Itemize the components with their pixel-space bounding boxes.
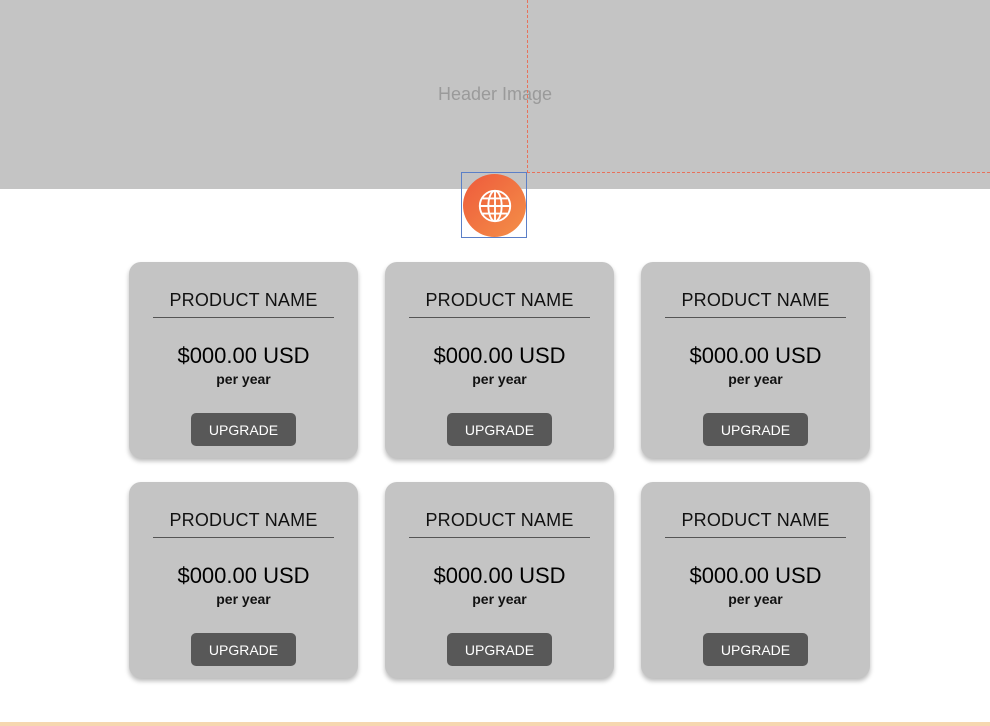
pricing-page: Header Image PRODUCT NAME $000.00 USD pe… <box>0 0 990 726</box>
billing-period: per year <box>472 591 527 607</box>
upgrade-button[interactable]: UPGRADE <box>703 413 808 446</box>
header-image-placeholder: Header Image <box>0 0 990 189</box>
title-divider <box>409 537 590 538</box>
pricing-card: PRODUCT NAME $000.00 USD per year UPGRAD… <box>385 482 614 678</box>
pricing-card-grid: PRODUCT NAME $000.00 USD per year UPGRAD… <box>129 262 870 678</box>
upgrade-button[interactable]: UPGRADE <box>447 413 552 446</box>
upgrade-button[interactable]: UPGRADE <box>191 413 296 446</box>
product-name: PRODUCT NAME <box>425 510 574 530</box>
pricing-card: PRODUCT NAME $000.00 USD per year UPGRAD… <box>129 482 358 678</box>
product-price: $000.00 USD <box>433 563 566 588</box>
upgrade-button[interactable]: UPGRADE <box>703 633 808 666</box>
upgrade-button[interactable]: UPGRADE <box>447 633 552 666</box>
billing-period: per year <box>728 371 783 387</box>
billing-period: per year <box>728 591 783 607</box>
pricing-card: PRODUCT NAME $000.00 USD per year UPGRAD… <box>641 262 870 458</box>
product-name: PRODUCT NAME <box>681 290 830 310</box>
billing-period: per year <box>472 371 527 387</box>
product-name: PRODUCT NAME <box>681 510 830 530</box>
upgrade-button[interactable]: UPGRADE <box>191 633 296 666</box>
product-price: $000.00 USD <box>177 343 310 368</box>
product-name: PRODUCT NAME <box>169 510 318 530</box>
product-name: PRODUCT NAME <box>425 290 574 310</box>
title-divider <box>153 537 334 538</box>
icon-selection-frame <box>461 172 527 238</box>
product-price: $000.00 USD <box>433 343 566 368</box>
billing-period: per year <box>216 591 271 607</box>
horizontal-guide-line <box>527 172 990 173</box>
bottom-accent-line <box>0 722 990 726</box>
product-price: $000.00 USD <box>177 563 310 588</box>
pricing-card: PRODUCT NAME $000.00 USD per year UPGRAD… <box>641 482 870 678</box>
pricing-card: PRODUCT NAME $000.00 USD per year UPGRAD… <box>129 262 358 458</box>
vertical-guide-line <box>527 0 528 173</box>
title-divider <box>153 317 334 318</box>
product-price: $000.00 USD <box>689 563 822 588</box>
title-divider <box>665 537 846 538</box>
billing-period: per year <box>216 371 271 387</box>
product-price: $000.00 USD <box>689 343 822 368</box>
title-divider <box>665 317 846 318</box>
title-divider <box>409 317 590 318</box>
product-name: PRODUCT NAME <box>169 290 318 310</box>
pricing-card: PRODUCT NAME $000.00 USD per year UPGRAD… <box>385 262 614 458</box>
header-image-label: Header Image <box>437 84 553 104</box>
